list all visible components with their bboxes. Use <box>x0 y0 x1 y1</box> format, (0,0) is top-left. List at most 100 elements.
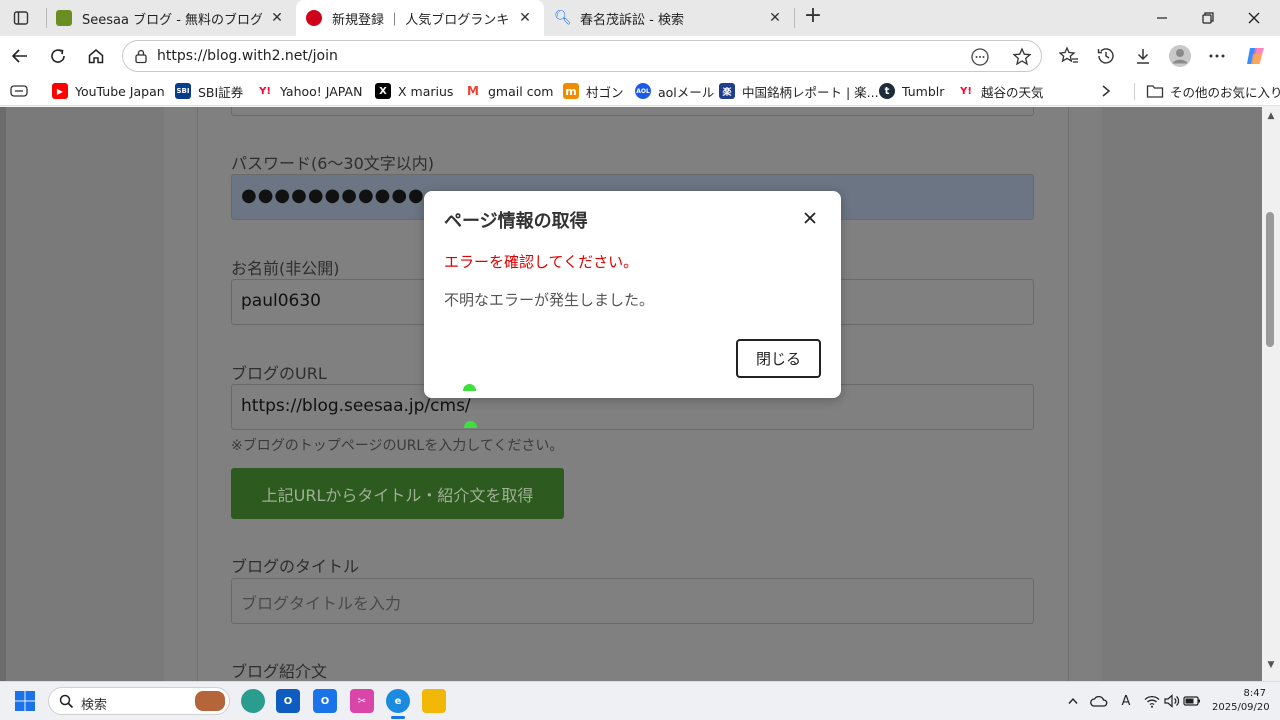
bookmark-label: aolメール <box>658 84 715 100</box>
edge-icon[interactable]: e <box>386 689 410 713</box>
bookmarks-separator <box>1134 83 1135 100</box>
dialog-close-button[interactable] <box>800 208 820 228</box>
bookmark-gmail[interactable]: Mgmail com <box>465 82 553 100</box>
file-explorer-icon[interactable] <box>422 689 446 713</box>
dialog-close-action-button[interactable]: 閉じる <box>736 339 821 378</box>
refresh-button[interactable] <box>44 42 72 70</box>
cursor-marker-icon <box>464 421 477 428</box>
taskbar-search[interactable]: 検索 <box>48 687 230 715</box>
chevron-up-icon[interactable] <box>1064 692 1082 710</box>
other-favorites-folder[interactable]: その他のお気に入り <box>1146 82 1280 100</box>
fetch-title-button[interactable]: 上記URLからタイトル・紹介文を取得 <box>231 468 564 519</box>
blog-intro-label: ブログ紹介文 <box>231 662 328 681</box>
address-bar[interactable]: https://blog.with2.net/join <box>122 40 1042 72</box>
history-button[interactable] <box>1092 42 1120 70</box>
navigation-bar: https://blog.with2.net/join <box>0 36 1280 76</box>
home-button[interactable] <box>82 42 110 70</box>
copilot-button[interactable] <box>1242 42 1270 70</box>
sbi-icon: SBI <box>175 83 191 99</box>
close-tab-icon[interactable]: ✕ <box>268 10 286 26</box>
bookmark-mura[interactable]: m 村ゴン <box>563 82 624 100</box>
ellipsis-icon <box>1209 54 1225 58</box>
volume-icon[interactable] <box>1163 692 1181 710</box>
scroll-up-icon[interactable]: ▲ <box>1265 111 1277 121</box>
close-window-button[interactable] <box>1231 0 1277 36</box>
system-clock[interactable]: 8:47 2025/09/20 <box>1212 687 1270 715</box>
tab-separator <box>794 8 795 28</box>
star-icon[interactable] <box>1011 46 1033 68</box>
yahoo-icon: Y! <box>259 85 271 97</box>
profile-button[interactable] <box>1166 42 1194 70</box>
history-icon <box>1097 48 1114 64</box>
start-button[interactable] <box>14 690 36 712</box>
minimize-button[interactable] <box>1139 0 1185 36</box>
x-icon: X <box>375 83 391 99</box>
tab-actions-icon <box>13 11 29 25</box>
bookmark-yahoo-japan[interactable]: Y! Yahoo! JAPAN <box>257 82 362 100</box>
onedrive-icon[interactable] <box>1090 692 1108 710</box>
bookmark-label: YouTube Japan <box>75 83 165 99</box>
bookmark-label: その他のお気に入り <box>1170 84 1280 100</box>
arrow-left-icon <box>11 49 27 63</box>
search-highlight-icon <box>195 691 225 711</box>
battery-icon[interactable] <box>1183 692 1201 710</box>
bookmark-china-report[interactable]: 楽中国銘柄レポート | 楽... <box>719 82 879 100</box>
widgets-icon[interactable] <box>241 689 265 713</box>
blog-title-label: ブログのタイトル <box>231 557 360 576</box>
bookmark-tumblr[interactable]: t Tumblr <box>879 82 944 100</box>
search-icon <box>59 694 74 713</box>
wifi-icon[interactable] <box>1143 692 1161 710</box>
bookmark-label: SBI証券 <box>198 84 244 100</box>
snipping-tool-icon[interactable]: ✂ <box>350 689 374 713</box>
scrollbar-thumb[interactable] <box>1266 212 1274 347</box>
cursor-marker-icon <box>463 384 476 391</box>
bookmarks-overflow-button[interactable] <box>1100 82 1112 100</box>
seesaa-icon <box>56 10 72 26</box>
tab-blog-ranking[interactable]: 新規登録 ｜ 人気ブログランキング ✕ <box>296 0 544 36</box>
blog-ranking-icon <box>306 10 322 26</box>
more-options-icon[interactable] <box>969 46 991 68</box>
outlook-classic-icon[interactable]: O <box>276 689 300 713</box>
bookmark-aol-mail[interactable]: AOL aolメール <box>635 82 714 100</box>
minimize-icon <box>1157 17 1167 19</box>
downloads-button[interactable] <box>1129 42 1157 70</box>
clock-date: 2025/09/20 <box>1212 702 1270 713</box>
outlook-icon[interactable]: O <box>313 689 337 713</box>
tab-search[interactable]: 🔍︎ 春名茂訴訟 - 検索 ✕ <box>544 0 794 36</box>
search-icon: 🔍︎ <box>554 10 572 26</box>
close-icon <box>1248 12 1260 24</box>
vertical-scrollbar[interactable]: ▲ ▼ <box>1262 107 1280 681</box>
url-text[interactable]: https://blog.with2.net/join <box>157 48 338 64</box>
bookmarks-menu-button[interactable] <box>10 82 28 100</box>
lock-icon[interactable] <box>133 48 149 68</box>
bookmark-label: 村ゴン <box>586 84 624 100</box>
scroll-down-icon[interactable]: ▼ <box>1265 660 1277 670</box>
close-tab-icon[interactable]: ✕ <box>766 10 784 26</box>
settings-menu-button[interactable] <box>1203 42 1231 70</box>
restore-button[interactable] <box>1185 0 1231 36</box>
bookmark-x-marius[interactable]: X X marius <box>375 82 453 100</box>
tab-actions-button[interactable] <box>6 4 36 32</box>
tab-seesaa[interactable]: Seesaa ブログ - 無料のブログ(blog)サ ✕ <box>46 0 296 36</box>
folder-icon <box>1146 85 1164 98</box>
bookmark-koshigaya-weather[interactable]: Y! 越谷の天気 <box>958 82 1043 100</box>
clock-time: 8:47 <box>1243 688 1266 699</box>
favorites-button[interactable] <box>1055 42 1083 70</box>
new-tab-button[interactable]: + <box>802 5 824 28</box>
blog-title-field[interactable]: ブログタイトルを入力 <box>231 578 1034 624</box>
email-field[interactable] <box>231 107 1034 116</box>
bookmark-youtube-japan[interactable]: ▶ YouTube Japan <box>52 82 165 100</box>
bookmark-sbi[interactable]: SBI SBI証券 <box>175 82 243 100</box>
dialog-message: 不明なエラーが発生しました。 <box>444 291 655 309</box>
avatar-icon <box>1169 45 1191 67</box>
close-tab-icon[interactable]: ✕ <box>516 10 534 26</box>
bookmark-label: Tumblr <box>902 83 945 99</box>
bookmarks-bar: ▶ YouTube Japan SBI SBI証券 Y! Yahoo! JAPAN X… <box>0 76 1280 106</box>
back-button[interactable] <box>6 42 34 70</box>
gmail-icon: M <box>467 84 479 98</box>
page-info-dialog: ページ情報の取得 エラーを確認してください。 不明なエラーが発生しました。 閉じ… <box>424 191 841 398</box>
chevron-right-icon <box>1102 85 1111 97</box>
tab-title: 春名茂訴訟 - 検索 <box>580 12 684 28</box>
blog-url-hint: ※ブログのトップページのURLを入力してください。 <box>231 438 564 454</box>
ime-indicator[interactable]: A <box>1117 692 1135 710</box>
